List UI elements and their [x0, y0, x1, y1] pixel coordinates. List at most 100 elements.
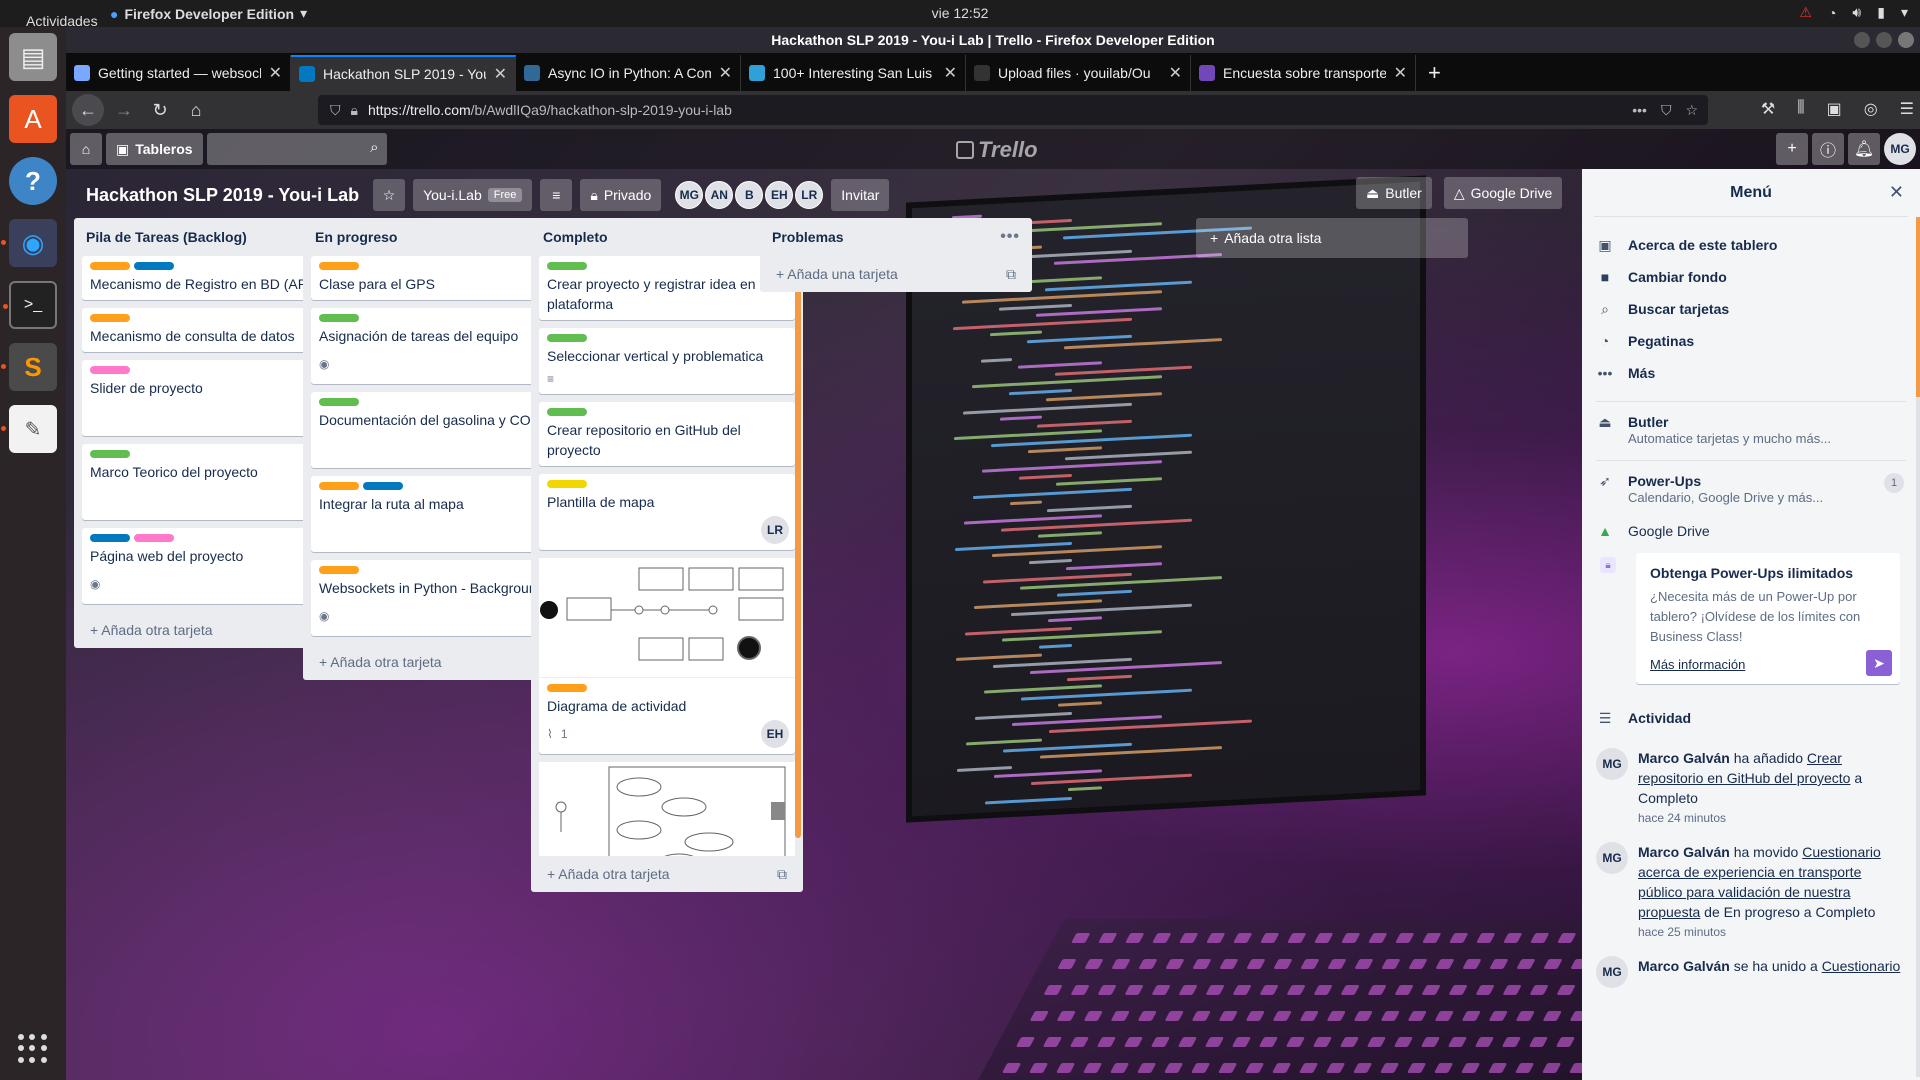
hamburger-menu-icon[interactable]: ☰: [1900, 99, 1914, 119]
close-icon[interactable]: ✕: [1394, 63, 1407, 83]
card[interactable]: Mecanismo de Registro en BD (API): [82, 256, 338, 300]
card[interactable]: Websockets in Python - Background◉MG: [311, 560, 567, 636]
card-label[interactable]: [134, 262, 174, 270]
create-button[interactable]: +: [1776, 133, 1808, 165]
dock-software[interactable]: A: [9, 95, 57, 143]
card-label[interactable]: [90, 450, 130, 458]
search-input[interactable]: ⌕: [206, 133, 387, 165]
card-label[interactable]: [319, 482, 359, 490]
maximize-icon[interactable]: [1876, 32, 1892, 48]
card[interactable]: Mecanismo de consulta de datos: [82, 308, 338, 352]
card[interactable]: Clase para el GPS: [311, 256, 567, 300]
user-avatar[interactable]: MG: [1884, 133, 1916, 165]
card-label[interactable]: [90, 366, 130, 374]
pocket-icon[interactable]: ⛉: [1661, 102, 1672, 119]
devtools-icon[interactable]: ⚒: [1761, 99, 1775, 119]
member-avatar[interactable]: B: [735, 181, 764, 209]
menu-google-drive[interactable]: ▲ Google Drive: [1582, 515, 1920, 547]
close-icon[interactable]: [1898, 32, 1914, 48]
sidebar-icon[interactable]: ▣: [1827, 99, 1842, 119]
dock-help[interactable]: ?: [9, 157, 57, 205]
card-label[interactable]: [90, 262, 130, 270]
list-scrollbar[interactable]: [795, 258, 801, 838]
boards-button[interactable]: ▣ Tableros: [106, 133, 203, 165]
activity-user[interactable]: Marco Galván: [1638, 750, 1730, 766]
close-icon[interactable]: ✕: [1889, 182, 1904, 203]
show-apps-icon[interactable]: [18, 1034, 48, 1064]
close-icon[interactable]: ✕: [1169, 63, 1182, 83]
card[interactable]: Diagrama de casos de uso⌇1EH: [539, 762, 795, 856]
card-label[interactable]: [547, 334, 587, 342]
menu-butler[interactable]: ⏏ Butler Automatice tarjetas y mucho más..…: [1582, 414, 1920, 448]
menu-item-4[interactable]: ••• Más: [1582, 357, 1920, 389]
card-label[interactable]: [547, 480, 587, 488]
trello-logo[interactable]: Trello: [956, 137, 1038, 163]
home-button[interactable]: ⌂: [180, 94, 212, 126]
star-button[interactable]: ☆: [373, 179, 406, 211]
card-member-avatar[interactable]: EH: [761, 720, 789, 748]
bookmark-star-icon[interactable]: ☆: [1685, 102, 1698, 119]
list-title[interactable]: Completo: [543, 229, 608, 245]
send-icon[interactable]: ➤: [1866, 650, 1892, 676]
list-title[interactable]: Problemas: [772, 229, 844, 245]
reload-button[interactable]: ↻: [144, 94, 176, 126]
card-label[interactable]: [319, 314, 359, 322]
tab-1[interactable]: Hackathon SLP 2019 - You-i ✕: [291, 55, 516, 91]
forward-button[interactable]: →: [108, 94, 140, 126]
add-card-button[interactable]: + Añada otra tarjeta⧉: [311, 644, 567, 680]
card[interactable]: Plantilla de mapa LR: [539, 474, 795, 550]
menu-item-3[interactable]: ◔ Pegatinas: [1582, 325, 1920, 357]
activity-user[interactable]: Marco Galván: [1638, 958, 1730, 974]
new-tab-button[interactable]: +: [1428, 60, 1441, 86]
card-label[interactable]: [90, 534, 130, 542]
card[interactable]: Asignación de tareas del equipo◉MG: [311, 308, 567, 384]
card[interactable]: Marco Teorico del proyectoAN: [82, 444, 338, 520]
system-indicators[interactable]: ⚠ ◔ 🔊︎ ▮ ▾: [1799, 4, 1908, 21]
menu-item-0[interactable]: ▣ Acerca de este tablero: [1582, 229, 1920, 261]
menu-item-1[interactable]: ■ Cambiar fondo: [1582, 261, 1920, 293]
close-icon[interactable]: ✕: [494, 64, 507, 84]
template-icon[interactable]: ⧉: [777, 866, 787, 883]
close-icon[interactable]: ✕: [944, 63, 957, 83]
account-icon[interactable]: ◎: [1864, 99, 1878, 119]
member-avatar[interactable]: AN: [705, 181, 734, 209]
member-avatar[interactable]: MG: [675, 181, 704, 209]
card[interactable]: Slider de proyectoB: [82, 360, 338, 436]
library-icon[interactable]: ⫼: [1797, 99, 1804, 119]
window-controls[interactable]: [1854, 32, 1914, 48]
card[interactable]: Crear proyecto y registrar idea en plata…: [539, 256, 795, 320]
page-actions-icon[interactable]: •••: [1632, 102, 1647, 119]
member-avatar[interactable]: EH: [765, 181, 794, 209]
add-card-button[interactable]: + Añada una tarjeta ⧉: [768, 256, 1024, 292]
add-list-button[interactable]: + Añada otra lista: [1196, 218, 1468, 258]
tab-2[interactable]: Async IO in Python: A Comp ✕: [516, 55, 741, 91]
close-icon[interactable]: ✕: [269, 63, 282, 83]
list-title[interactable]: En progreso: [315, 229, 397, 245]
url-bar[interactable]: ⛉ 🔒︎ https://trello.com/b/AwdlIQa9/hacka…: [318, 95, 1708, 125]
more-icon[interactable]: •••: [1000, 228, 1020, 246]
activity-card-link[interactable]: Cuestionario: [1822, 958, 1901, 974]
team-button[interactable]: You-i.Lab Free: [413, 179, 533, 211]
google-drive-button[interactable]: △ Google Drive: [1443, 177, 1563, 209]
add-card-button[interactable]: + Añada otra tarjeta⧉: [539, 856, 795, 892]
card-label[interactable]: [547, 262, 587, 270]
template-icon[interactable]: ⧉: [1006, 266, 1016, 283]
card[interactable]: Seleccionar vertical y problematica ≡: [539, 328, 795, 394]
card-member-avatar[interactable]: LR: [761, 516, 789, 544]
dock-files[interactable]: ▤: [9, 33, 57, 81]
list-title[interactable]: Pila de Tareas (Backlog): [86, 229, 247, 245]
board-title[interactable]: Hackathon SLP 2019 - You-i Lab: [86, 185, 359, 206]
tab-0[interactable]: Getting started — websock ✕: [66, 55, 291, 91]
card[interactable]: Página web del proyecto◉MG: [82, 528, 338, 604]
card-label[interactable]: [319, 262, 359, 270]
tab-3[interactable]: 100+ Interesting San Luis ✕: [741, 55, 966, 91]
dock-terminal[interactable]: >_: [3, 281, 57, 329]
member-avatar[interactable]: LR: [795, 181, 824, 209]
visibility-button[interactable]: 🔒︎ Privado: [580, 179, 662, 211]
minimize-icon[interactable]: [1854, 32, 1870, 48]
activity-avatar[interactable]: MG: [1596, 956, 1628, 988]
card[interactable]: Documentación del gasolina y CO2B: [311, 392, 567, 468]
menu-powerups[interactable]: ➶ Power-Ups Calendario, Google Drive y más…: [1582, 473, 1920, 507]
bell-icon[interactable]: 🔔︎: [1848, 133, 1880, 165]
back-button[interactable]: ←: [72, 94, 104, 126]
